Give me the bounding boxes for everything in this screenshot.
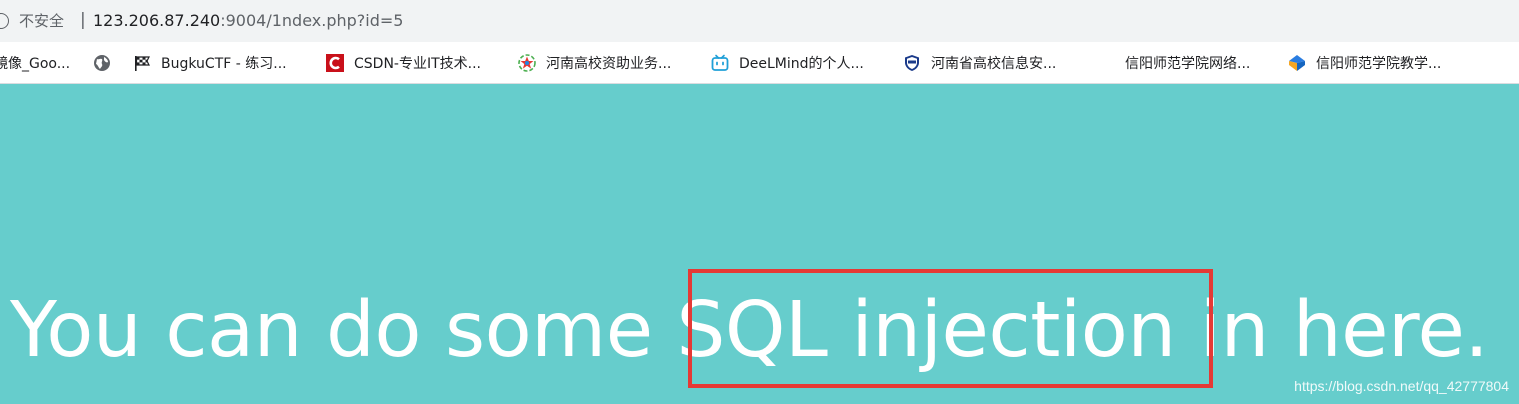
url-text[interactable]: 123.206.87.240:9004/1ndex.php?id=5: [93, 10, 403, 32]
diamond-logo-icon: [1288, 54, 1306, 72]
url-path: :9004/1ndex.php?id=5: [220, 11, 404, 30]
bilibili-tv-icon: [711, 54, 729, 72]
checkered-flag-icon: [133, 54, 151, 72]
address-bar[interactable]: 不安全 | 123.206.87.240:9004/1ndex.php?id=5: [0, 0, 1519, 42]
bookmark-globe[interactable]: [93, 42, 121, 83]
bookmark-label: BugkuCTF - 练习...: [161, 55, 287, 72]
bookmark-label: 河南省高校信息安...: [931, 55, 1057, 72]
bookmarks-bar: 镜像_Goo... BugkuCTF - 练习... CSDN-专业IT技术..…: [0, 42, 1519, 84]
bookmark-mirror-google[interactable]: 镜像_Goo...: [0, 42, 70, 83]
watermark-text: https://blog.csdn.net/qq_42777804: [1294, 378, 1509, 394]
bookmark-xynu-network[interactable]: 信阳师范学院网络...: [1125, 42, 1250, 83]
info-icon[interactable]: [0, 13, 9, 29]
bookmark-deelmind[interactable]: DeeLMind的个人...: [711, 42, 864, 83]
csdn-logo-icon: [326, 53, 344, 72]
bookmark-xynu-teaching[interactable]: 信阳师范学院教学...: [1288, 42, 1441, 83]
security-label[interactable]: 不安全: [19, 11, 64, 31]
browser-window: 不安全 | 123.206.87.240:9004/1ndex.php?id=5…: [0, 0, 1519, 404]
shield-badge-icon: [903, 54, 921, 72]
highlight-annotation-box: [688, 269, 1213, 388]
bookmark-label: 河南高校资助业务...: [546, 55, 672, 72]
address-separator: |: [80, 10, 86, 30]
bookmark-label: 信阳师范学院教学...: [1316, 55, 1442, 72]
bookmark-label: DeeLMind的个人...: [739, 55, 864, 72]
star-emblem-icon: [518, 53, 536, 72]
globe-icon: [93, 54, 111, 72]
bookmark-label: CSDN-专业IT技术...: [354, 55, 481, 72]
page-content: You can do some SQL injection in here. h…: [0, 84, 1519, 404]
bookmark-label: 镜像_Goo...: [0, 55, 71, 72]
bookmark-label: 信阳师范学院网络...: [1125, 55, 1251, 72]
bookmark-csdn[interactable]: CSDN-专业IT技术...: [326, 42, 481, 83]
bookmark-henan-aid[interactable]: 河南高校资助业务...: [518, 42, 671, 83]
bookmark-henan-infosec[interactable]: 河南省高校信息安...: [903, 42, 1056, 83]
url-host: 123.206.87.240: [93, 11, 221, 30]
bookmark-bugkuctf[interactable]: BugkuCTF - 练习...: [133, 42, 287, 83]
